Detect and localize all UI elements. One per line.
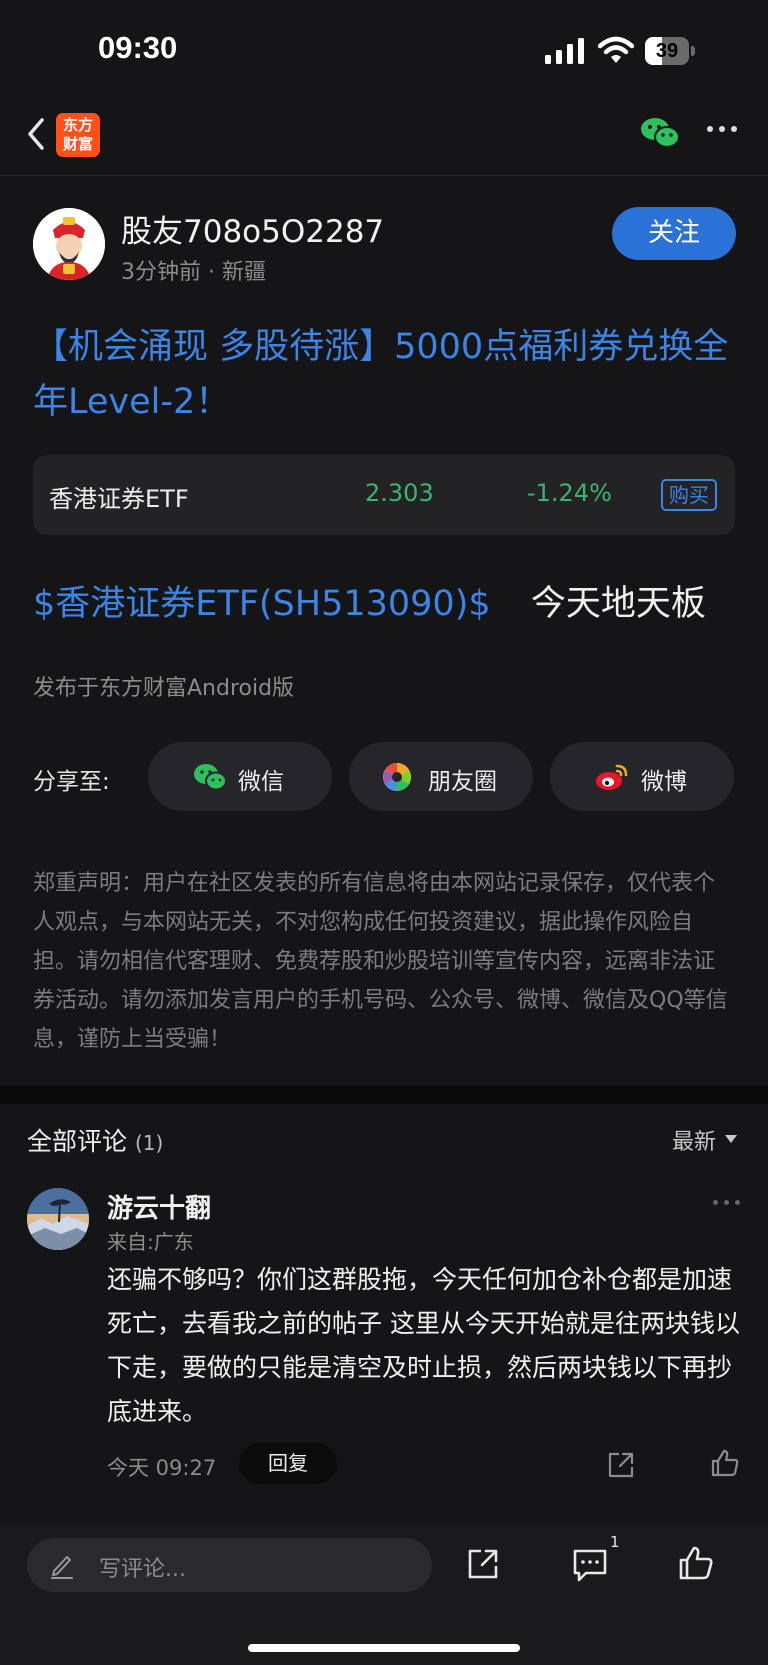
- logo-text-line1: 东方: [62, 116, 93, 134]
- status-time: 09:30: [98, 30, 178, 65]
- comment-like-icon[interactable]: [710, 1448, 740, 1478]
- more-icon[interactable]: [707, 126, 739, 136]
- comment-text: 还骗不够吗？你们这群股拖，今天任何加仓补仓都是加速死亡，去看我之前的帖子 这里从…: [107, 1265, 740, 1426]
- commenter-name[interactable]: 游云十翻: [107, 1188, 211, 1225]
- back-chevron-icon[interactable]: [22, 114, 52, 154]
- stock-change: -1.24%: [527, 479, 612, 507]
- moments-icon: [383, 763, 411, 791]
- comment-input[interactable]: 写评论...: [27, 1538, 432, 1592]
- disclaimer-text: 郑重声明：用户在社区发表的所有信息将由本网站记录保存，仅代表个人观点，与本网站无…: [33, 871, 728, 1052]
- share-moments-button[interactable]: 朋友圈: [349, 742, 533, 811]
- share-wechat-label: 微信: [238, 769, 284, 795]
- author-avatar[interactable]: [33, 208, 105, 280]
- comments-header-label: 全部评论: [27, 1127, 128, 1156]
- weibo-icon: [596, 764, 628, 790]
- buy-button[interactable]: 购买: [661, 479, 717, 511]
- comment-icon[interactable]: [572, 1547, 608, 1583]
- section-divider: [0, 1086, 768, 1104]
- cellular-signal-icon: [545, 38, 584, 64]
- like-icon[interactable]: [678, 1545, 714, 1581]
- pen-icon: [51, 1556, 73, 1579]
- share-moments-label: 朋友圈: [428, 769, 497, 795]
- share-weibo-button[interactable]: 微博: [550, 742, 734, 811]
- commenter-avatar[interactable]: [27, 1188, 89, 1250]
- post-body: $香港证券ETF(SH513090)$ 今天地天板: [33, 575, 706, 626]
- battery-level: 39: [655, 40, 679, 62]
- home-indicator: [248, 1644, 520, 1652]
- comment-share-icon[interactable]: [606, 1450, 636, 1480]
- follow-button[interactable]: 关注: [612, 207, 736, 260]
- battery-icon: 39: [645, 37, 695, 65]
- share-icon[interactable]: [466, 1547, 500, 1581]
- logo-text-line2: 财富: [62, 135, 93, 153]
- bottom-action-bar: 写评论... 1: [0, 1525, 768, 1665]
- eastmoney-logo[interactable]: 东方 财富: [56, 113, 100, 157]
- caishen-avatar-icon: [33, 208, 105, 280]
- wifi-icon: [598, 36, 634, 63]
- stock-card[interactable]: 香港证券ETF 2.303 -1.24% 购买: [33, 455, 735, 535]
- stock-price: 2.303: [365, 479, 434, 507]
- post-body-text: 今天地天板: [530, 584, 706, 624]
- comment-input-placeholder: 写评论...: [99, 1557, 186, 1582]
- share-wechat-button[interactable]: 微信: [148, 742, 332, 811]
- author-meta: 3分钟前 · 新疆: [121, 260, 266, 285]
- landscape-avatar-icon: [27, 1188, 89, 1250]
- stock-tag-link[interactable]: $香港证券ETF(SH513090)$: [33, 584, 491, 624]
- comment-count-badge: 1: [610, 1533, 620, 1551]
- commenter-location: 来自:广东: [107, 1230, 194, 1254]
- caret-down-icon[interactable]: [724, 1134, 738, 1144]
- post-title[interactable]: 【机会涌现 多股待涨】5000点福利券兑换全年Level-2！: [33, 320, 738, 430]
- comment-more-icon[interactable]: [713, 1200, 741, 1206]
- wechat-icon[interactable]: [640, 116, 680, 150]
- stock-name: 香港证券ETF: [49, 485, 189, 513]
- wechat-icon: [194, 764, 227, 791]
- reply-button[interactable]: 回复: [239, 1443, 337, 1484]
- top-nav-bar: 东方 财富: [0, 100, 768, 176]
- share-label: 分享至:: [33, 769, 110, 795]
- author-name[interactable]: 股友708o5O2287: [121, 206, 384, 251]
- comments-count: (1): [134, 1131, 164, 1155]
- share-weibo-label: 微博: [641, 769, 687, 795]
- sort-dropdown[interactable]: 最新: [672, 1124, 716, 1156]
- publish-source: 发布于东方财富Android版: [33, 676, 295, 701]
- comments-header: 全部评论 (1): [27, 1122, 163, 1158]
- comment-time: 今天 09:27: [107, 1456, 217, 1480]
- status-bar: 09:30 39: [0, 0, 768, 100]
